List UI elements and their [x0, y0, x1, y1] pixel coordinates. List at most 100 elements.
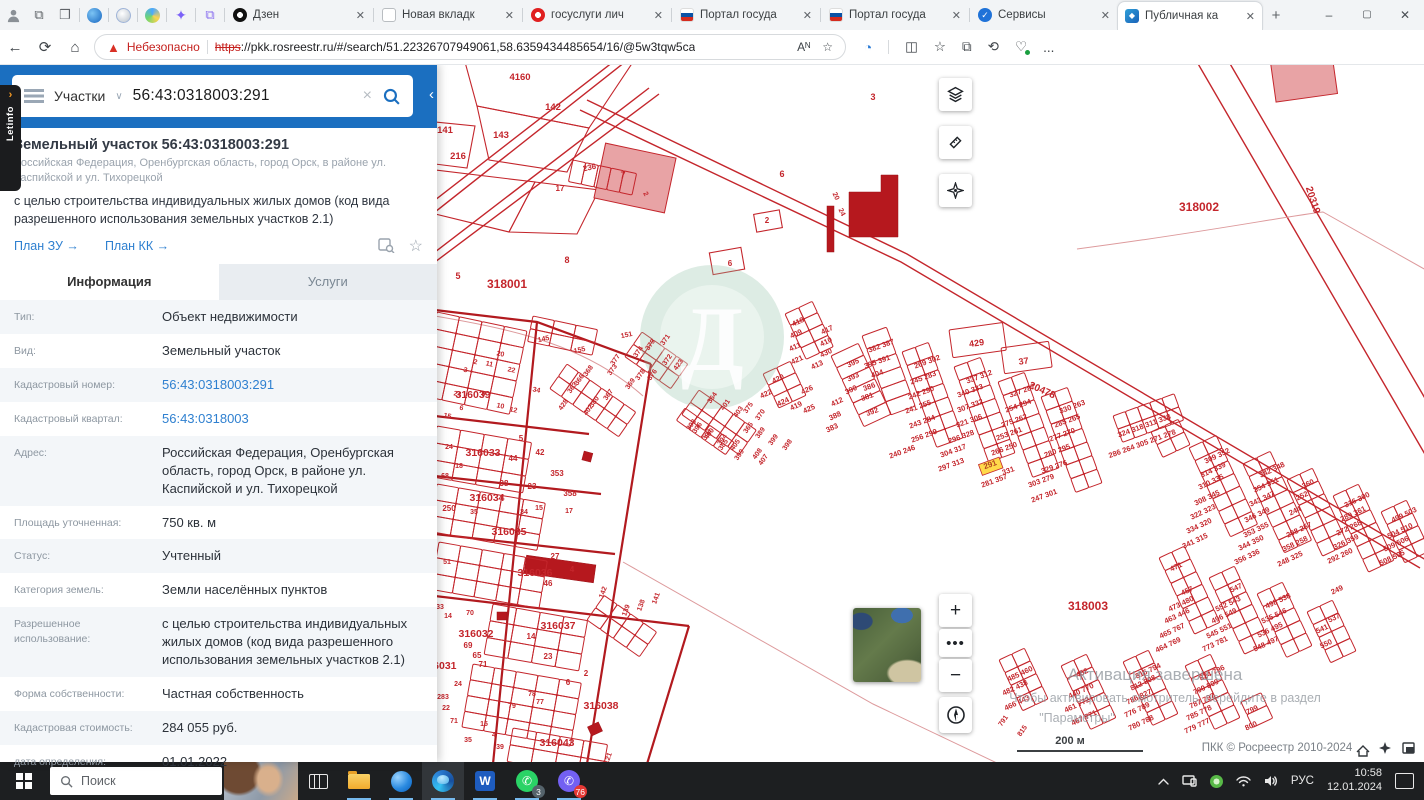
- browser-tab-strip: ⧉ ❒ ✦ ⧉ Дзен ✕ Новая вкладк ✕ госуслуги …: [0, 0, 1424, 30]
- map-label: 412: [829, 395, 844, 408]
- tab-information[interactable]: Информация: [0, 263, 219, 300]
- cadastral-quarter-link[interactable]: 56:43:0318003: [162, 410, 423, 428]
- table-row: Тип: Объект недвижимости: [0, 299, 437, 334]
- back-icon[interactable]: ←: [0, 39, 30, 56]
- antivirus-icon[interactable]: [1209, 774, 1223, 788]
- close-tab-icon[interactable]: ✕: [1101, 9, 1110, 22]
- security-warning[interactable]: Небезопасно: [127, 40, 200, 54]
- panel-tabs: Информация Услуги: [0, 263, 437, 300]
- display-cast-icon[interactable]: [1182, 775, 1197, 787]
- refresh-icon[interactable]: ⟳: [30, 38, 60, 56]
- favorite-star-icon[interactable]: ☆: [822, 40, 833, 54]
- read-aloud-icon[interactable]: Aᴺ: [797, 40, 810, 54]
- tab-portal-2[interactable]: Портал госуда ✕: [822, 0, 968, 30]
- clock[interactable]: 10:58 12.01.2024: [1327, 767, 1382, 795]
- zoom-out-button[interactable]: −: [939, 659, 972, 692]
- copilot-icon[interactable]: ◔: [864, 40, 872, 55]
- search-icon[interactable]: [382, 87, 401, 106]
- map-label: 425: [801, 402, 816, 415]
- avatar-icon[interactable]: [0, 8, 26, 23]
- close-tab-icon[interactable]: ✕: [952, 9, 961, 22]
- window-icon[interactable]: ❒: [52, 7, 78, 23]
- locate-button[interactable]: [939, 174, 972, 207]
- action-center-icon[interactable]: [1395, 773, 1414, 789]
- map-label: 266 250: [990, 440, 1019, 458]
- favorites-icon[interactable]: ☆: [934, 39, 946, 55]
- tab-new-tab[interactable]: Новая вкладк ✕: [375, 0, 521, 30]
- compass-button[interactable]: [939, 697, 972, 733]
- menu-icon[interactable]: [24, 89, 44, 103]
- home-icon[interactable]: [1356, 745, 1370, 757]
- search-box[interactable]: Участки ∨ 56:43:0318003:291 ×: [12, 75, 413, 117]
- tab-pkk-active[interactable]: Публичная ка ✕: [1117, 1, 1263, 30]
- search-category[interactable]: Участки: [54, 88, 105, 104]
- zoom-levels-button[interactable]: •••: [939, 629, 972, 657]
- circle-multicolor-icon[interactable]: [139, 7, 165, 23]
- close-tab-icon[interactable]: ✕: [505, 9, 514, 22]
- url-field[interactable]: ▲ Небезопасно https://pkk.rosreestr.ru/#…: [94, 34, 846, 60]
- preview-search-icon[interactable]: [377, 238, 395, 254]
- collections-icon[interactable]: ⧉: [962, 39, 972, 55]
- whatsapp-button[interactable]: ✆ 3: [506, 762, 548, 800]
- history-icon[interactable]: ⟲: [988, 39, 999, 55]
- layers-button[interactable]: [939, 78, 972, 111]
- map-label: "Параметры": [1039, 711, 1115, 725]
- divider: [820, 8, 821, 22]
- squares-purple-icon[interactable]: ⧉: [197, 7, 223, 23]
- language-indicator[interactable]: РУС: [1291, 775, 1314, 787]
- workspaces-icon[interactable]: ⧉: [26, 7, 52, 23]
- tab-label: Новая вкладк: [402, 9, 475, 21]
- chevron-down-icon[interactable]: ∨: [115, 91, 122, 102]
- tab-gosuslugi[interactable]: госуслуги лич ✕: [524, 0, 670, 30]
- layers-icon: [947, 86, 964, 103]
- close-window-button[interactable]: ✕: [1386, 0, 1424, 30]
- tab-portal-1[interactable]: Портал госуда ✕: [673, 0, 819, 30]
- word-button[interactable]: W: [464, 762, 506, 800]
- search-input[interactable]: 56:43:0318003:291: [133, 87, 353, 105]
- spark-blue-icon[interactable]: ✦: [168, 7, 194, 24]
- close-tab-icon[interactable]: ✕: [803, 9, 812, 22]
- tab-services[interactable]: Услуги: [218, 263, 437, 300]
- map-label: 6: [779, 169, 784, 179]
- split-screen-icon[interactable]: ◫: [905, 39, 918, 55]
- map-label: 5: [519, 434, 524, 443]
- volume-icon[interactable]: [1264, 775, 1278, 787]
- tab-label: госуслуги лич: [551, 9, 624, 21]
- map-label: 316037: [540, 620, 575, 632]
- map-label: 6: [566, 678, 571, 687]
- browser-essentials-icon[interactable]: ♡: [1015, 39, 1031, 55]
- viber-button[interactable]: ✆ 76: [548, 762, 590, 800]
- plan-kk-link[interactable]: План КК →: [105, 239, 169, 253]
- map-label: 151: [620, 331, 633, 340]
- close-tab-icon[interactable]: ✕: [654, 9, 663, 22]
- zoom-in-button[interactable]: +: [939, 594, 972, 627]
- plan-zu-link[interactable]: План ЗУ →: [14, 239, 79, 253]
- minimap-thumbnail[interactable]: [853, 608, 921, 682]
- circle-gray-icon[interactable]: [110, 7, 136, 23]
- show-hidden-icons-chevron[interactable]: [1158, 778, 1169, 785]
- map-label: 254 294: [1004, 397, 1033, 415]
- new-tab-button[interactable]: +: [1263, 7, 1289, 24]
- clear-icon[interactable]: ×: [363, 87, 372, 105]
- center-star-icon[interactable]: [1379, 742, 1391, 754]
- close-tab-icon[interactable]: ✕: [356, 9, 365, 22]
- wifi-icon[interactable]: [1236, 775, 1251, 787]
- tab-servisy[interactable]: Сервисы ✕: [971, 0, 1117, 30]
- map-label: 65: [473, 651, 482, 660]
- map-label: 4: [570, 565, 575, 574]
- home-icon[interactable]: ⌂: [60, 39, 90, 56]
- minimize-button[interactable]: –: [1310, 0, 1348, 30]
- tab-dzen[interactable]: Дзен ✕: [226, 0, 372, 30]
- collapse-panel-icon[interactable]: ‹: [429, 86, 434, 103]
- cadastral-number-link[interactable]: 56:43:0318003:291: [162, 376, 423, 394]
- ru-flag-icon: [829, 8, 843, 22]
- fullscreen-icon[interactable]: [1402, 742, 1415, 754]
- favorite-star-icon[interactable]: ☆: [409, 236, 423, 256]
- letinfo-sidetab[interactable]: › Letinfo: [0, 85, 21, 191]
- maximize-button[interactable]: ▢: [1348, 0, 1386, 30]
- edge-globe-icon[interactable]: [81, 7, 107, 23]
- more-icon[interactable]: ...: [1043, 40, 1054, 55]
- ruler-button[interactable]: [939, 126, 972, 159]
- close-tab-icon[interactable]: ✕: [1246, 10, 1255, 23]
- map-canvas[interactable]: Д 318001 318002 318003 316039 316033 316034 31…: [437, 64, 1424, 762]
